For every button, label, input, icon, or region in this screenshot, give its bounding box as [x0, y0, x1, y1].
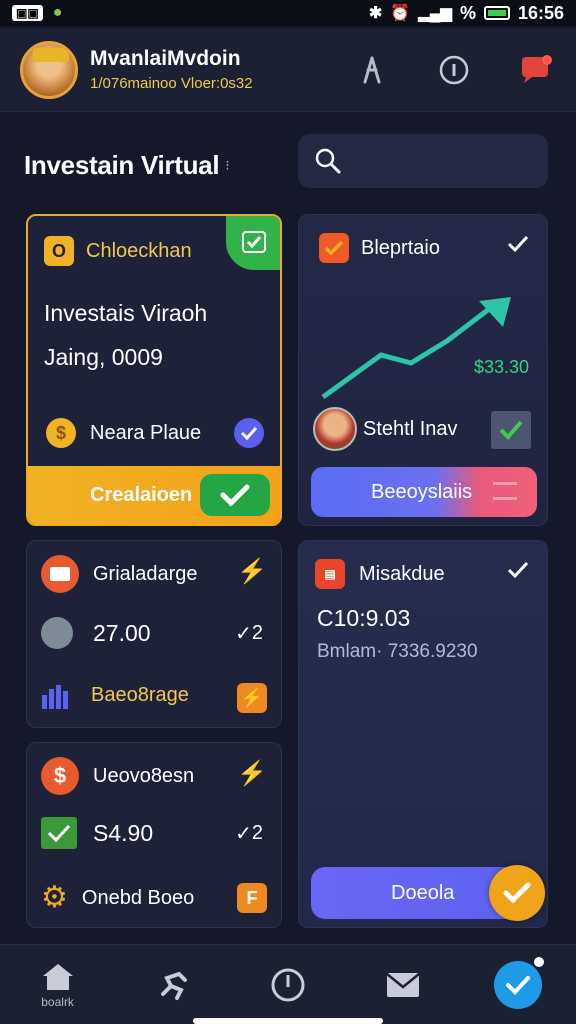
card-title: Misakdue — [359, 562, 445, 585]
edit-icon[interactable]: ⚡ — [237, 759, 267, 788]
battery-icon — [483, 6, 510, 20]
portfolio-icon — [319, 233, 349, 263]
title-dropdown-icon[interactable]: ⁝ — [225, 157, 229, 174]
market-value: C10:9.03 — [317, 605, 411, 631]
bolt-action-icon[interactable]: ⚡ — [237, 683, 267, 713]
wallet-icon — [41, 555, 79, 593]
growth-chart-arrow — [321, 297, 511, 400]
chat-notification-icon[interactable] — [516, 50, 556, 90]
wifi-icon: ▂▄▆ — [418, 5, 452, 22]
check-circle-icon — [494, 956, 545, 1009]
card-title: Chloeckhan — [86, 239, 192, 262]
battery-percent: % — [459, 2, 476, 23]
corner-action-icon[interactable] — [226, 216, 280, 270]
android-icon — [41, 617, 73, 649]
bottom-navigation: boalrk — [0, 944, 576, 1024]
user-avatar[interactable] — [313, 407, 357, 451]
browse-button[interactable]: Beeoyslaiis — [311, 467, 537, 517]
card-title: Ueovo8esn — [93, 764, 195, 787]
balance-value: 27.00 — [93, 619, 151, 646]
page-title: Investain Virtual — [24, 149, 220, 180]
nav-messages[interactable] — [363, 950, 443, 1020]
bluetooth-icon: ✱ — [368, 5, 383, 22]
nav-timer[interactable] — [248, 950, 328, 1020]
edit-icon[interactable]: ⚡ — [237, 557, 267, 586]
create-button-label: Crealaioen — [90, 483, 193, 506]
balance-trail: 2 — [251, 622, 263, 644]
check-icon[interactable] — [507, 235, 529, 258]
user-subtitle: 1/076mainoo Vloer:0s32 — [90, 75, 253, 92]
document-action-icon[interactable]: F — [237, 883, 267, 913]
confirm-check-icon[interactable] — [200, 474, 270, 516]
bottom-label: Onebd Boeo — [81, 886, 195, 909]
bar-chart-icon — [42, 685, 68, 709]
title-row: Investain Virtual ⁝ — [24, 134, 554, 190]
mail-check-icon — [41, 817, 77, 849]
nav-home[interactable]: boalrk — [18, 950, 98, 1020]
investment-card-primary[interactable]: O Chloeckhan Investais Viraoh Jaing, 000… — [26, 214, 282, 526]
portfolio-growth-card[interactable]: Bleprtaio $33.30 Stehtl Inav Beeoyslaiis — [298, 214, 548, 526]
balance-card[interactable]: Grialadarge ⚡ 27.00 ✓ 2 Baeo8rage ⚡ — [26, 540, 282, 728]
dollar-icon: $ — [41, 757, 79, 795]
market-icon: ▤ — [315, 559, 345, 589]
nav-home-label: boalrk — [41, 994, 74, 1009]
nav-activity[interactable] — [133, 950, 213, 1020]
gear-icon: ⚙ — [41, 881, 68, 914]
card-value: Jaing, 0009 — [44, 344, 163, 370]
timer-icon — [271, 968, 305, 1001]
card-headline: Investais Viraoh — [44, 300, 208, 326]
home-icon — [42, 963, 73, 990]
alarm-icon: ⏰ — [390, 5, 411, 22]
details-button-label: Doeola — [391, 881, 455, 904]
details-button[interactable]: Doeola — [311, 865, 545, 921]
savings-trail: 2 — [251, 822, 263, 844]
card-title: Bleprtaio — [361, 236, 440, 259]
search-icon — [315, 148, 341, 174]
clock: 16:56 — [517, 2, 564, 23]
badge-icon: O — [44, 236, 74, 266]
create-button[interactable]: Crealaioen — [28, 466, 280, 524]
mail-icon — [386, 972, 420, 997]
home-indicator[interactable] — [193, 1018, 383, 1024]
savings-value: S4.90 — [93, 819, 154, 846]
search-input[interactable] — [298, 134, 548, 188]
market-card[interactable]: ▤ Misakdue C10:9.03 Bmlam· 7336.9230 Doe… — [298, 540, 548, 928]
coin-label: Neara Plaue — [90, 421, 202, 444]
compass-icon[interactable] — [352, 50, 392, 90]
info-icon[interactable] — [434, 50, 474, 90]
gain-value: $33.30 — [473, 357, 529, 377]
avatar[interactable] — [20, 40, 78, 99]
menu-lines-icon — [493, 482, 517, 500]
verified-icon — [234, 418, 264, 448]
browse-button-label: Beeoyslaiis — [371, 480, 473, 503]
user-label: Stehtl Inav — [363, 417, 458, 440]
bottom-label: Baeo8rage — [91, 683, 189, 706]
svg-text:$: $ — [56, 423, 66, 443]
check-mark-icon: ✓ — [235, 823, 252, 845]
savings-card[interactable]: $ Ueovo8esn ⚡ S4.90 ✓ 2 ⚙ Onebd Boeo F — [26, 742, 282, 928]
card-title: Grialadarge — [93, 562, 198, 585]
coin-icon: $ — [46, 418, 76, 448]
user-name: MvanlaiMvdoin — [90, 47, 241, 70]
market-subtext: Bmlam· 7336.9230 — [317, 641, 478, 662]
check-icon[interactable] — [507, 561, 529, 584]
runner-icon — [160, 971, 187, 1000]
nav-tasks[interactable] — [478, 950, 558, 1020]
ledger-check-icon — [491, 411, 531, 449]
app-notification-icon: ● — [52, 4, 63, 21]
status-bar: ▣▣ ● ✱ ⏰ ▂▄▆ % 16:56 — [0, 0, 576, 26]
app-header: MvanlaiMvdoin 1/076mainoo Vloer:0s32 — [0, 28, 576, 112]
notification-icon: ▣▣ — [12, 5, 43, 21]
confirm-check-icon[interactable] — [489, 865, 545, 921]
check-mark-icon: ✓ — [235, 623, 252, 645]
